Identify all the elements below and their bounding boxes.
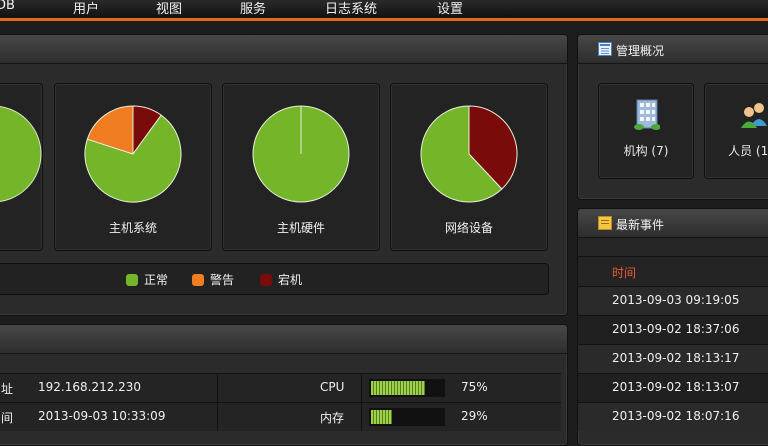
memory-percent: 29%: [461, 409, 488, 423]
nav-item-users[interactable]: 用户: [73, 0, 99, 17]
event-row[interactable]: 2013-09-02 18:13:07: [578, 373, 768, 402]
legend-down-swatch: [260, 274, 272, 286]
info-row-address: 址 192.168.212.230 CPU 75%: [0, 373, 561, 402]
events-panel-header: 最新事件: [578, 209, 768, 238]
events-column-time[interactable]: 时间: [612, 264, 636, 281]
tile-host-system[interactable]: 主机系统: [54, 83, 212, 251]
cpu-meter-fill: [371, 381, 425, 395]
stat-organizations[interactable]: 机构 (7): [598, 83, 694, 179]
events-title: 最新事件: [616, 218, 665, 232]
stat-people-label: 人员 (12: [728, 144, 768, 158]
overview-panel-header: [0, 35, 567, 64]
management-panel-header: 管理概况: [578, 35, 768, 64]
info-key-time: 间: [1, 411, 14, 425]
overview-panel: 主机系统 主机硬件 网络设备 正常 警告 宕机: [0, 34, 568, 316]
building-icon: [634, 99, 660, 130]
tile-partial[interactable]: [0, 83, 43, 251]
pie-chart-host-hardware: [252, 105, 350, 203]
host-info-panel: 址 192.168.212.230 CPU 75% 间 2013-09-03 1…: [0, 324, 568, 446]
nav-item-settings[interactable]: 设置: [437, 0, 463, 17]
legend-warning: 警告: [192, 271, 234, 288]
info-key-address: 址: [1, 382, 14, 396]
event-time: 2013-09-02 18:13:17: [612, 351, 740, 365]
users-icon: [741, 103, 767, 128]
nav-item-db[interactable]: DB: [0, 0, 15, 13]
legend-warning-swatch: [192, 274, 204, 286]
nav-item-services[interactable]: 服务: [240, 0, 266, 17]
divider: [217, 374, 218, 402]
nav-item-log-system[interactable]: 日志系统: [325, 0, 377, 17]
event-row[interactable]: 2013-09-03 09:19:05: [578, 286, 768, 315]
legend-normal-label: 正常: [144, 273, 169, 287]
management-title: 管理概况: [616, 44, 665, 58]
event-time: 2013-09-02 18:13:07: [612, 380, 740, 394]
divider: [361, 374, 362, 402]
info-row-time: 间 2013-09-03 10:33:09 内存 29%: [0, 402, 561, 431]
pie-chart-network-devices: [420, 105, 518, 203]
memory-meter-fill: [371, 410, 392, 424]
event-row[interactable]: 2013-09-02 18:37:06: [578, 315, 768, 344]
management-panel: 管理概况 机构 (7) 人员 (12: [577, 34, 768, 200]
legend-normal-swatch: [126, 274, 138, 286]
legend-down-label: 宕机: [278, 273, 303, 287]
divider: [361, 403, 362, 431]
legend-down: 宕机: [260, 271, 302, 288]
tile-label-network-devices: 网络设备: [444, 221, 493, 235]
host-info-panel-header: [0, 325, 567, 354]
stat-organizations-label: 机构 (7): [623, 144, 669, 158]
document-list-icon: [598, 42, 612, 56]
cpu-meter: [369, 379, 445, 397]
folder-icon: [598, 216, 612, 230]
top-nav: DB 用户 视图 服务 日志系统 设置: [0, 0, 768, 21]
stat-people[interactable]: 人员 (12: [704, 83, 768, 179]
tile-label-host-system: 主机系统: [108, 221, 157, 235]
info-value-address: 192.168.212.230: [38, 380, 142, 394]
metric-label-memory: 内存: [320, 411, 345, 425]
tile-network-devices[interactable]: 网络设备: [390, 83, 548, 251]
nav-item-views[interactable]: 视图: [156, 0, 182, 17]
divider: [217, 403, 218, 431]
pie-chart-partial: [0, 106, 42, 202]
tile-label-host-hardware: 主机硬件: [276, 221, 325, 235]
events-spacer: [578, 238, 768, 256]
event-row[interactable]: 2013-09-02 18:07:16: [578, 402, 768, 431]
events-column-header: 时间: [578, 256, 768, 287]
event-time: 2013-09-02 18:37:06: [612, 322, 740, 336]
info-value-time: 2013-09-03 10:33:09: [38, 409, 166, 423]
legend-normal: 正常: [126, 271, 168, 288]
status-legend: 正常 警告 宕机: [0, 263, 549, 295]
event-time: 2013-09-02 18:07:16: [612, 409, 740, 423]
legend-warning-label: 警告: [210, 273, 235, 287]
events-panel: 最新事件 时间 2013-09-03 09:19:05 2013-09-02 1…: [577, 208, 768, 446]
pie-chart-host-system: [84, 105, 182, 203]
metric-label-cpu: CPU: [320, 380, 345, 394]
memory-meter: [369, 408, 445, 426]
cpu-percent: 75%: [461, 380, 488, 394]
event-time: 2013-09-03 09:19:05: [612, 293, 740, 307]
event-row[interactable]: 2013-09-02 18:13:17: [578, 344, 768, 373]
tile-host-hardware[interactable]: 主机硬件: [222, 83, 380, 251]
